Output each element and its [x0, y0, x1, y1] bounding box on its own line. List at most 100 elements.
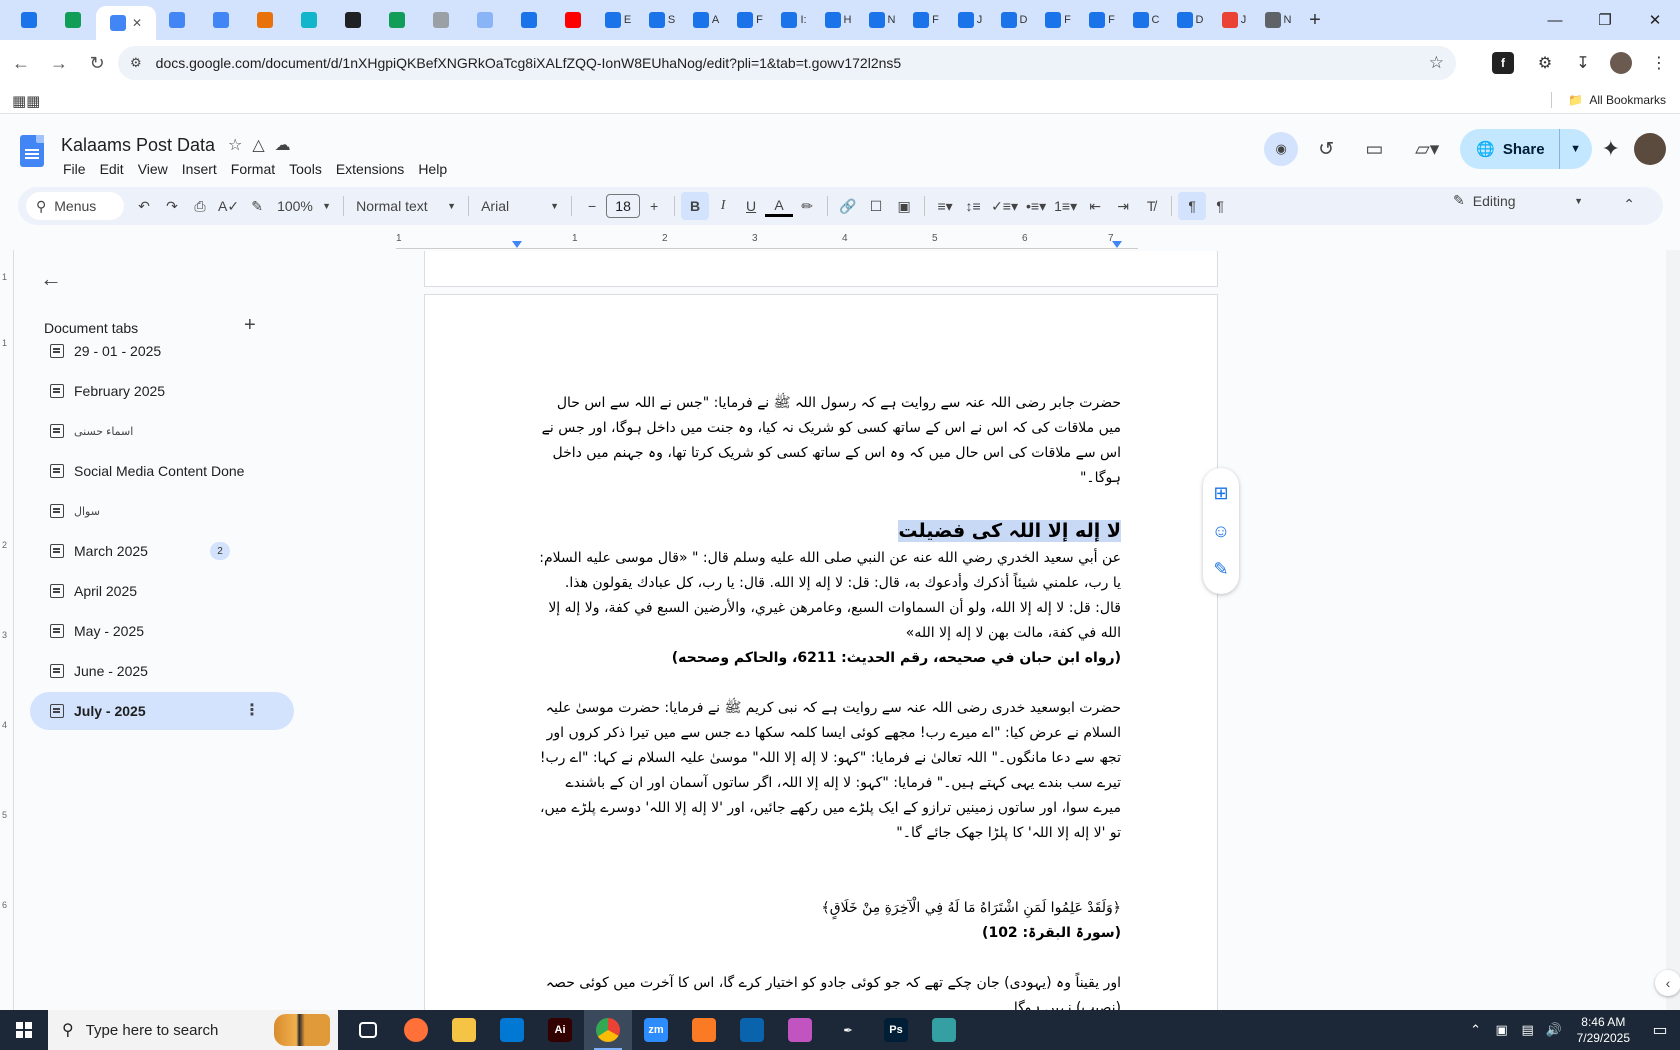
close-sidebar-arrow-icon[interactable]: ← [40, 266, 62, 292]
zoom-dropdown[interactable]: 100% ▼ [271, 192, 337, 220]
show-hidden-icons-icon[interactable]: ⌃ [1463, 1022, 1489, 1038]
editing-mode-dropdown[interactable]: ✎ Editing ▼ [1453, 192, 1583, 209]
browser-tab[interactable]: D [1168, 5, 1212, 35]
spellcheck-icon[interactable]: A✓ [214, 192, 243, 220]
menu-help[interactable]: Help [411, 159, 454, 179]
rtl-paragraph-icon[interactable]: ¶ [1206, 192, 1234, 220]
collaborator-icon[interactable]: ◉ [1264, 132, 1299, 166]
document-page[interactable]: حضرت جابر رضی اللہ عنہ سے روایت ہے کہ رس… [424, 294, 1218, 1014]
browser-tab[interactable]: J [1212, 5, 1256, 35]
numbered-list-icon[interactable]: 1≡▾ [1050, 192, 1081, 220]
document-title[interactable]: Kalaams Post Data [61, 135, 215, 156]
share-button[interactable]: 🌐 Share ▼ [1460, 129, 1592, 169]
taskbar-app-outlook[interactable] [728, 1010, 776, 1050]
menu-file[interactable]: File [56, 159, 93, 179]
fonts-extension-icon[interactable]: f [1492, 52, 1514, 74]
new-tab-button[interactable]: + [1300, 5, 1330, 35]
highlight-icon[interactable]: ✏ [793, 192, 821, 220]
add-comment-icon[interactable]: ⊞ [1213, 483, 1228, 504]
emoji-reaction-icon[interactable]: ☺ [1212, 521, 1230, 542]
meet-icon[interactable]: ▱▾ [1402, 129, 1452, 169]
browser-tab[interactable] [244, 5, 288, 35]
decrease-font-size-icon[interactable]: − [578, 192, 606, 220]
clear-formatting-icon[interactable]: T̸ [1137, 192, 1165, 220]
docs-logo-icon[interactable] [20, 135, 44, 167]
link-icon[interactable]: 🔗 [834, 192, 862, 220]
close-window-button[interactable]: ✕ [1630, 0, 1680, 40]
paint-format-icon[interactable]: ✎ [243, 192, 271, 220]
document-tab-item[interactable]: May - 2025 [30, 612, 294, 650]
reload-icon[interactable]: ↻ [80, 46, 114, 80]
taskbar-app-vscode[interactable] [488, 1010, 536, 1050]
all-bookmarks-button[interactable]: 📁 All Bookmarks [1551, 92, 1666, 108]
notifications-icon[interactable]: ▭ [1640, 1020, 1680, 1040]
browser-tab[interactable] [552, 5, 596, 35]
tab-options-icon[interactable]: ⋮ [244, 700, 260, 720]
document-tab-item[interactable]: July - 2025 ⋮ [30, 692, 294, 730]
bookmark-star-icon[interactable]: ☆ [1429, 53, 1444, 73]
browser-tab[interactable] [508, 5, 552, 35]
decrease-indent-icon[interactable]: ⇤ [1081, 192, 1109, 220]
document-tab-item[interactable]: June - 2025 [30, 652, 294, 690]
version-history-icon[interactable]: ↺ [1306, 129, 1346, 169]
gemini-icon[interactable]: ✦ [1602, 136, 1620, 162]
menu-tools[interactable]: Tools [282, 159, 329, 179]
print-icon[interactable]: ⎙ [186, 192, 214, 220]
browser-tab[interactable] [420, 5, 464, 35]
taskbar-app-photoshop[interactable]: Ps [872, 1010, 920, 1050]
horizontal-ruler[interactable]: 1 1 2 3 4 5 6 7 [396, 231, 1138, 249]
text-color-icon[interactable]: A [765, 195, 794, 217]
taskbar-search[interactable]: ⚲ Type here to search [48, 1010, 338, 1050]
taskbar-app-file-explorer[interactable] [440, 1010, 488, 1050]
browser-tab[interactable]: F [904, 5, 948, 35]
extensions-puzzle-icon[interactable]: ⚙ [1528, 46, 1562, 80]
site-info-icon[interactable]: ⚙ [130, 55, 142, 71]
forward-icon[interactable]: → [42, 46, 76, 80]
vertical-ruler[interactable]: 1 1 2 3 4 5 6 [0, 250, 14, 1010]
increase-indent-icon[interactable]: ⇥ [1109, 192, 1137, 220]
italic-icon[interactable]: I [709, 192, 737, 220]
increase-font-size-icon[interactable]: + [640, 192, 668, 220]
taskbar-app-paint[interactable] [776, 1010, 824, 1050]
share-main[interactable]: 🌐 Share [1460, 129, 1560, 169]
document-tab-item[interactable]: Social Media Content Done [30, 452, 294, 490]
left-indent-marker[interactable] [512, 241, 522, 248]
restore-button[interactable]: ❐ [1580, 0, 1630, 40]
account-avatar[interactable] [1634, 133, 1666, 165]
ltr-paragraph-icon[interactable]: ¶ [1178, 192, 1207, 220]
taskbar-app-zoom[interactable]: zm [632, 1010, 680, 1050]
profile-icon[interactable] [1604, 46, 1638, 80]
browser-tab[interactable] [156, 5, 200, 35]
document-tab-item[interactable]: اسماء حسنی [30, 412, 294, 450]
line-spacing-icon[interactable]: ↕≡ [959, 192, 987, 220]
menu-extensions[interactable]: Extensions [329, 159, 411, 179]
document-tab-item[interactable]: 29 - 01 - 2025 [30, 332, 294, 370]
volume-icon[interactable]: 🔊 [1541, 1022, 1567, 1038]
menu-insert[interactable]: Insert [175, 159, 224, 179]
share-dropdown-icon[interactable]: ▼ [1560, 143, 1592, 155]
document-tab-item[interactable]: February 2025 [30, 372, 294, 410]
clock[interactable]: 8:46 AM 7/29/2025 [1577, 1014, 1630, 1046]
menu-edit[interactable]: Edit [93, 159, 131, 179]
browser-tab[interactable] [52, 5, 96, 35]
download-icon[interactable]: ↧ [1566, 46, 1600, 80]
back-icon[interactable]: ← [4, 46, 38, 80]
bullet-list-icon[interactable]: •≡▾ [1022, 192, 1050, 220]
menu-format[interactable]: Format [224, 159, 282, 179]
expand-side-panel-icon[interactable]: ‹ [1655, 970, 1680, 996]
browser-tab[interactable] [332, 5, 376, 35]
address-bar[interactable]: ⚙ docs.google.com/document/d/1nXHgpiQKBe… [118, 46, 1456, 80]
checklist-icon[interactable]: ✓≡▾ [987, 192, 1022, 220]
browser-tab[interactable]: S [640, 5, 684, 35]
move-icon[interactable]: △ [252, 135, 264, 155]
underline-icon[interactable]: U [737, 192, 765, 220]
taskbar-app-chrome[interactable] [584, 1010, 632, 1050]
cloud-status-icon[interactable]: ☁ [275, 135, 291, 155]
browser-tab[interactable]: A [684, 5, 728, 35]
align-icon[interactable]: ≡▾ [931, 192, 959, 220]
browser-menu-icon[interactable]: ⋮ [1642, 46, 1676, 80]
collapse-toolbar-icon[interactable]: ⌃ [1623, 196, 1635, 213]
start-button[interactable] [0, 1010, 48, 1050]
meet-now-icon[interactable]: ▣ [1489, 1022, 1515, 1038]
insert-image-icon[interactable]: ▣ [890, 192, 918, 220]
